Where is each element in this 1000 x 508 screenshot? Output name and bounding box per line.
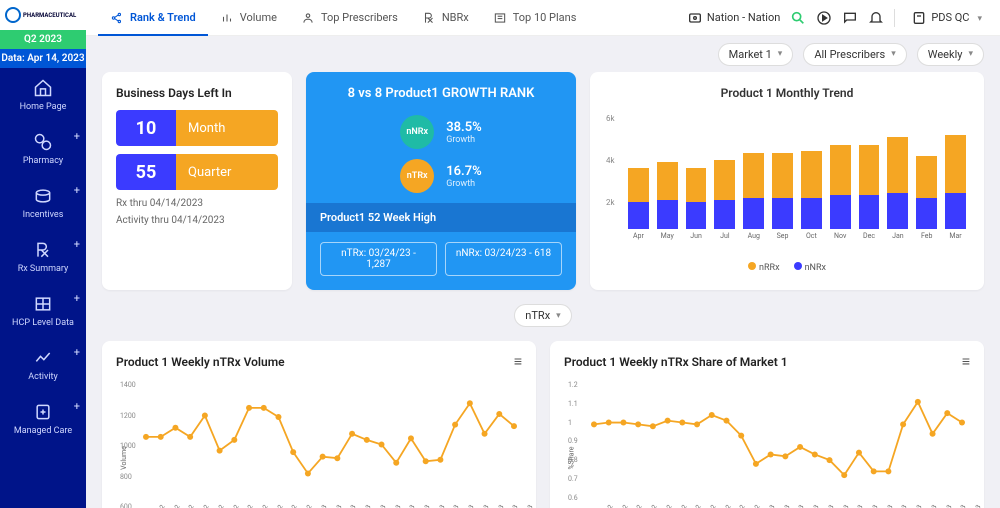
activity-thru-note: Activity thru 04/14/2023 xyxy=(116,215,278,226)
bar: Nov xyxy=(830,145,851,240)
bar: Mar xyxy=(945,135,966,240)
growth-value: 38.5% xyxy=(446,120,482,135)
bar: May xyxy=(657,162,678,240)
pds-dropdown[interactable]: PDS QC xyxy=(905,8,988,28)
nav-label: HCP Level Data xyxy=(12,318,74,328)
nav-label: Home Page xyxy=(20,102,67,112)
metric-circle: nNRx xyxy=(400,115,434,149)
metric-circle: nTRx xyxy=(400,159,434,193)
rx-thru-note: Rx thru 04/14/2023 xyxy=(116,198,278,209)
chart-title: Product 1 Weekly nTRx Share of Market 1 xyxy=(564,355,970,369)
bar: Oct xyxy=(801,151,822,240)
days-number: 55 xyxy=(116,154,176,190)
tab-nbrx[interactable]: NBRx xyxy=(410,0,481,36)
plus-icon: + xyxy=(74,292,80,305)
bar: Aug xyxy=(743,153,764,240)
period-filter[interactable]: Weekly▾ xyxy=(917,43,984,66)
week-high-chip[interactable]: nTRx: 03/24/23 - 1,287 xyxy=(320,242,437,276)
legend-item: nRRx xyxy=(748,262,780,273)
filter-bar: Market 1▾ All Prescribers▾ Weekly▾ xyxy=(86,36,1000,72)
prescribers-filter[interactable]: All Prescribers▾ xyxy=(803,43,906,66)
bell-icon[interactable] xyxy=(868,10,884,26)
search-icon[interactable] xyxy=(790,10,806,26)
nav-label: Activity xyxy=(28,372,57,382)
week-high-title: Product1 52 Week High xyxy=(306,203,576,232)
legend-item: nNRx xyxy=(794,262,826,273)
growth-label: Growth xyxy=(446,135,482,145)
bar: Apr xyxy=(628,168,649,240)
card-title: Business Days Left In xyxy=(116,86,278,100)
growth-title: 8 vs 8 Product1 GROWTH RANK xyxy=(320,86,562,101)
bar: Feb xyxy=(916,156,937,241)
days-label: Month xyxy=(176,110,278,146)
days-number: 10 xyxy=(116,110,176,146)
business-days-card: Business Days Left In 10Month55Quarter R… xyxy=(102,72,292,290)
chart-title: Product 1 Monthly Trend xyxy=(604,86,970,100)
sidebar-item-hcp-level-data[interactable]: HCP Level Data + xyxy=(0,284,86,338)
sidebar-item-activity[interactable]: Activity + xyxy=(0,338,86,392)
tab-top-10-plans[interactable]: Top 10 Plans xyxy=(481,0,589,36)
sidebar: PHARMACEUTICAL Q2 2023 Data: Apr 14, 202… xyxy=(0,0,86,508)
plus-icon: + xyxy=(74,130,80,143)
plus-icon: + xyxy=(74,400,80,413)
plus-icon: + xyxy=(74,238,80,251)
chat-icon[interactable] xyxy=(842,10,858,26)
bar: Jun xyxy=(686,168,707,240)
chart-title: Product 1 Weekly nTRx Volume xyxy=(116,355,522,369)
bar: Sep xyxy=(772,153,793,240)
play-icon[interactable] xyxy=(816,10,832,26)
sidebar-item-incentives[interactable]: Incentives + xyxy=(0,176,86,230)
chart-menu-icon[interactable]: ≡ xyxy=(514,353,522,370)
growth-value: 16.7% xyxy=(446,164,482,179)
sidebar-item-pharmacy[interactable]: Pharmacy + xyxy=(0,122,86,176)
sidebar-item-managed-care[interactable]: Managed Care + xyxy=(0,392,86,446)
metric-filter[interactable]: nTRx▾ xyxy=(514,304,571,327)
weekly-share-card: ≡ Product 1 Weekly nTRx Share of Market … xyxy=(550,341,984,508)
plus-icon: + xyxy=(74,184,80,197)
sidebar-item-home-page[interactable]: Home Page xyxy=(0,68,86,122)
bar: Jan xyxy=(887,137,908,240)
chart-menu-icon[interactable]: ≡ xyxy=(962,353,970,370)
weekly-volume-card: ≡ Product 1 Weekly nTRx Volume 600800100… xyxy=(102,341,536,508)
nav-label: Rx Summary xyxy=(18,264,69,274)
bar: Jul xyxy=(714,160,735,240)
growth-label: Growth xyxy=(446,179,482,189)
nav-label: Managed Care xyxy=(14,426,72,436)
tab-volume[interactable]: Volume xyxy=(208,0,289,36)
monthly-trend-card: Product 1 Monthly Trend 2k4k6kAprMayJunJ… xyxy=(590,72,984,290)
nation-selector[interactable]: Nation - Nation xyxy=(687,10,780,26)
sidebar-item-rx-summary[interactable]: Rx Summary + xyxy=(0,230,86,284)
date-badge: Data: Apr 14, 2023 xyxy=(0,49,86,68)
bar: Dec xyxy=(859,145,880,240)
growth-rank-card: 8 vs 8 Product1 GROWTH RANK nNRx38.5%Gro… xyxy=(306,72,576,290)
week-high-chip[interactable]: nNRx: 03/24/23 - 618 xyxy=(445,242,562,276)
topbar: Rank & TrendVolumeTop PrescribersNBRxTop… xyxy=(86,0,1000,36)
tab-rank-trend[interactable]: Rank & Trend xyxy=(98,0,208,36)
tab-top-prescribers[interactable]: Top Prescribers xyxy=(289,0,410,36)
plus-icon: + xyxy=(74,346,80,359)
quarter-badge: Q2 2023 xyxy=(0,30,86,49)
nav-label: Pharmacy xyxy=(23,156,63,166)
nav-label: Incentives xyxy=(23,210,64,220)
days-label: Quarter xyxy=(176,154,278,190)
market-filter[interactable]: Market 1▾ xyxy=(718,43,794,66)
logo: PHARMACEUTICAL xyxy=(0,0,86,30)
